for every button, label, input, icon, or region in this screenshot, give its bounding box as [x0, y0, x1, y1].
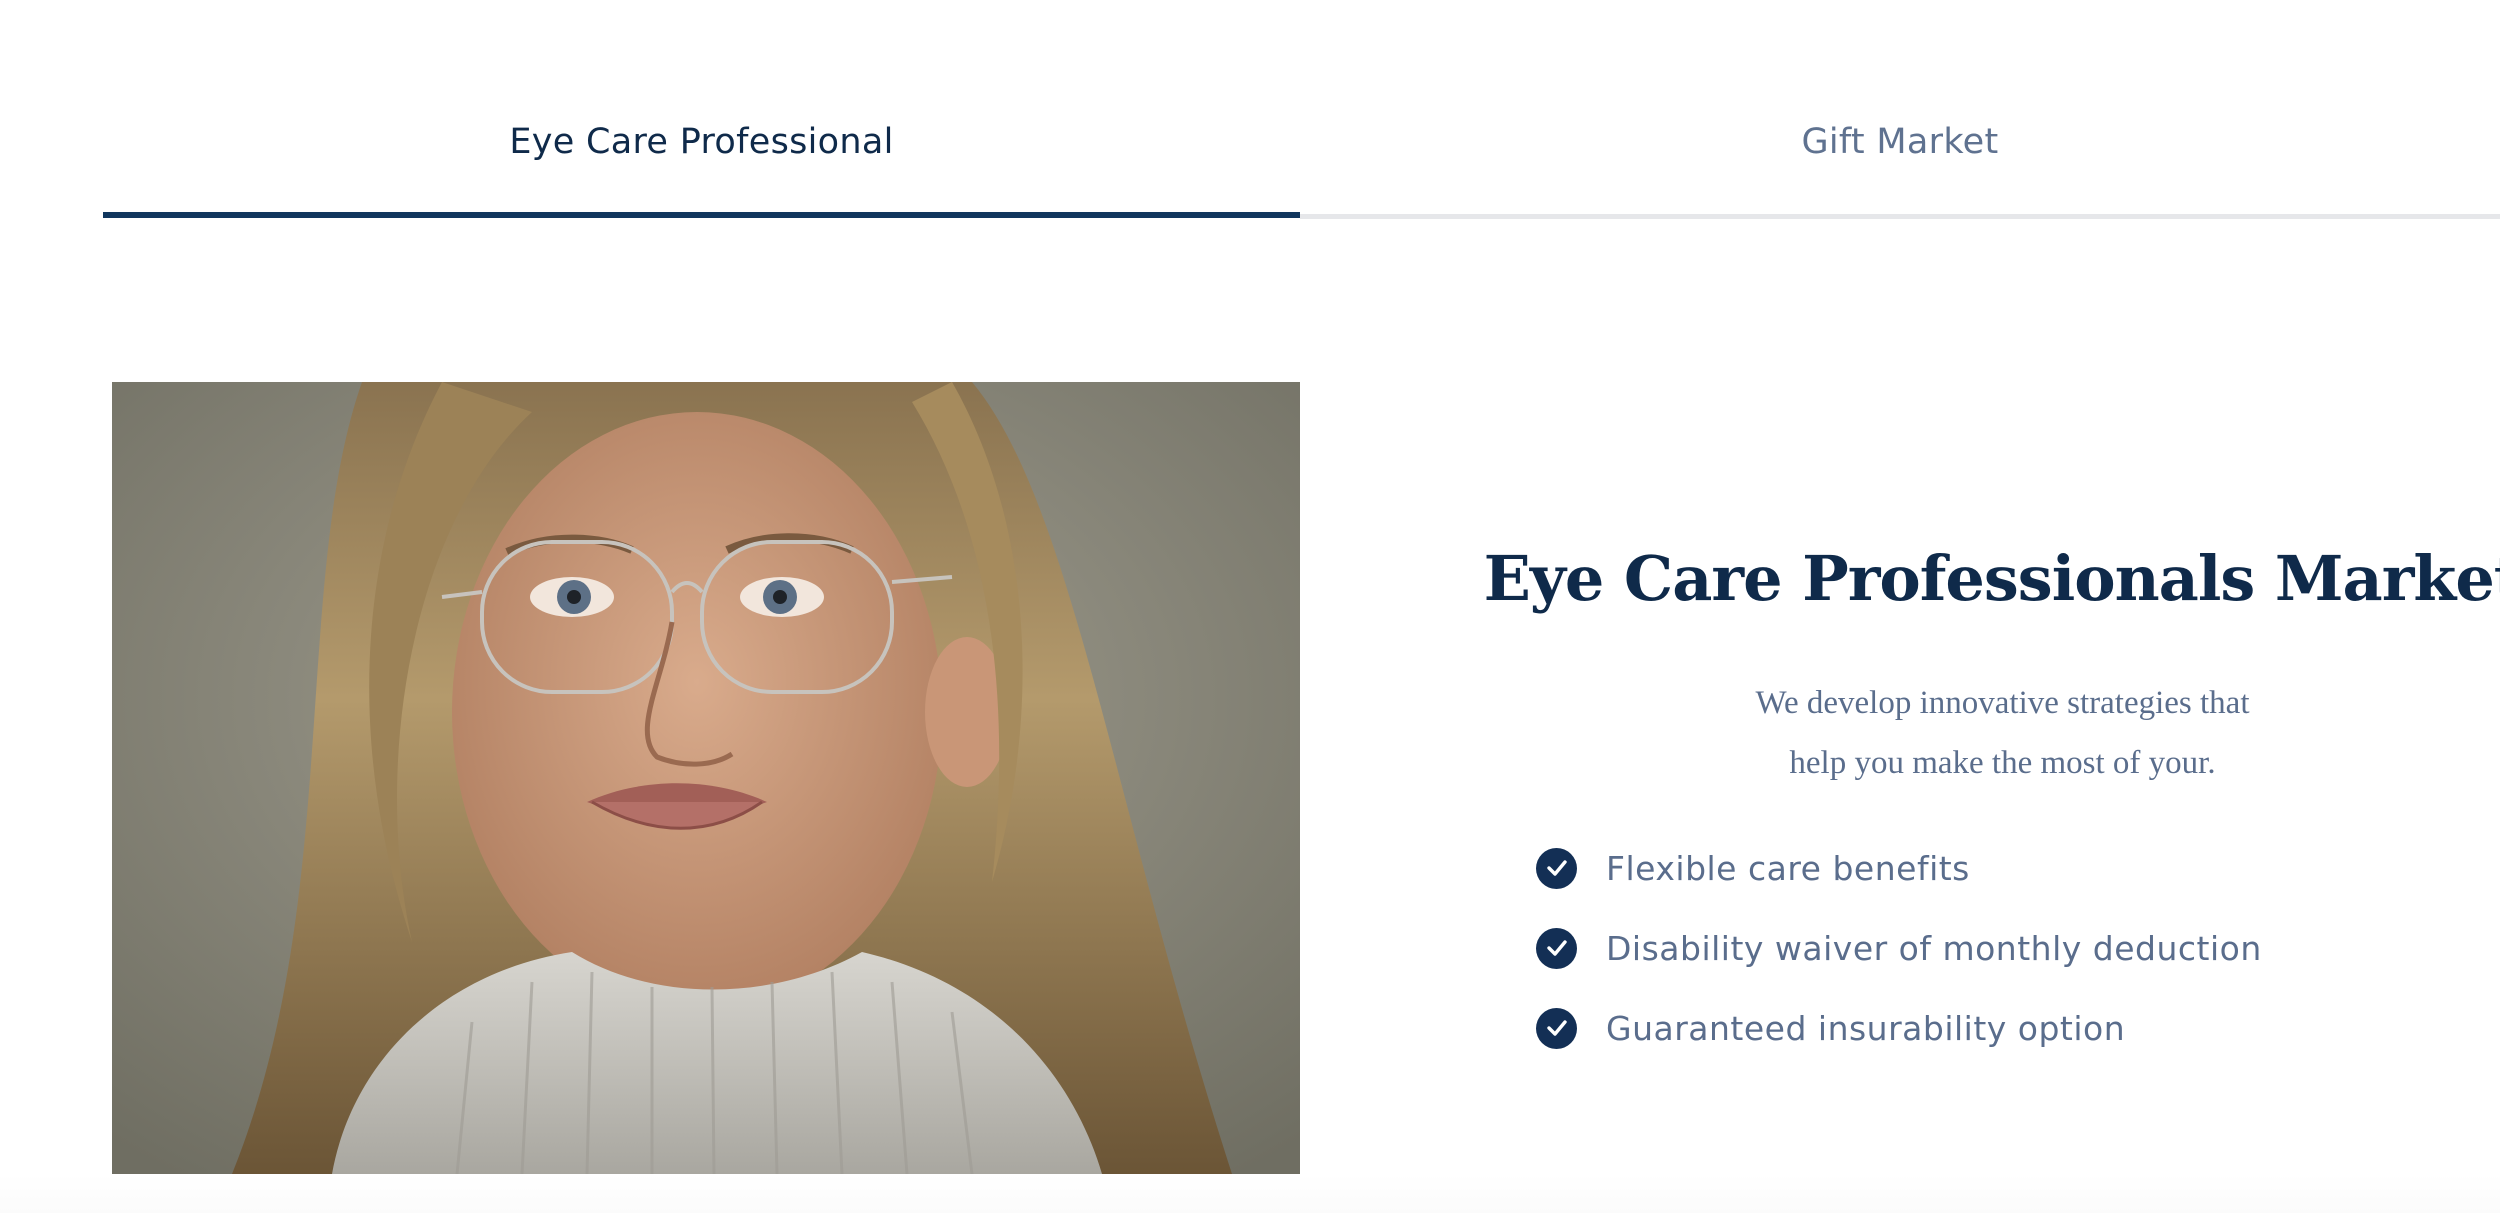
tab-bar: Eye Care Professional Gift Market [103, 60, 2500, 224]
bottom-edge [0, 1174, 2500, 1213]
feature-label: Guaranteed insurability option [1606, 1008, 2126, 1048]
feature-list: Flexible care benefits Disability waiver… [1536, 828, 2262, 1068]
tab-divider [1300, 214, 2500, 219]
check-circle-icon [1536, 1007, 1577, 1049]
tab-eye-care-professional[interactable]: Eye Care Professional [103, 60, 1300, 224]
subtitle: We develop innovative strategies that he… [1680, 673, 2325, 793]
subtitle-line: help you make the most of your. [1789, 745, 2216, 781]
active-tab-indicator [103, 212, 1300, 218]
tab-label: Gift Market [1801, 122, 1999, 162]
feature-label: Disability waiver of monthly deduction [1606, 928, 2262, 968]
page-title: Eye Care Professionals Market [1483, 541, 2500, 615]
check-circle-icon [1536, 847, 1577, 889]
page: Eye Care Professional Gift Market Eye Ca… [0, 0, 2500, 1213]
list-item: Guaranteed insurability option [1536, 988, 2262, 1068]
hero-image [112, 382, 1300, 1174]
tab-gift-market[interactable]: Gift Market [1300, 60, 2500, 224]
tab-label: Eye Care Professional [509, 122, 894, 162]
feature-label: Flexible care benefits [1606, 848, 1970, 888]
list-item: Disability waiver of monthly deduction [1536, 908, 2262, 988]
check-circle-icon [1536, 927, 1577, 969]
subtitle-line: We develop innovative strategies that [1755, 685, 2250, 721]
list-item: Flexible care benefits [1536, 828, 2262, 908]
